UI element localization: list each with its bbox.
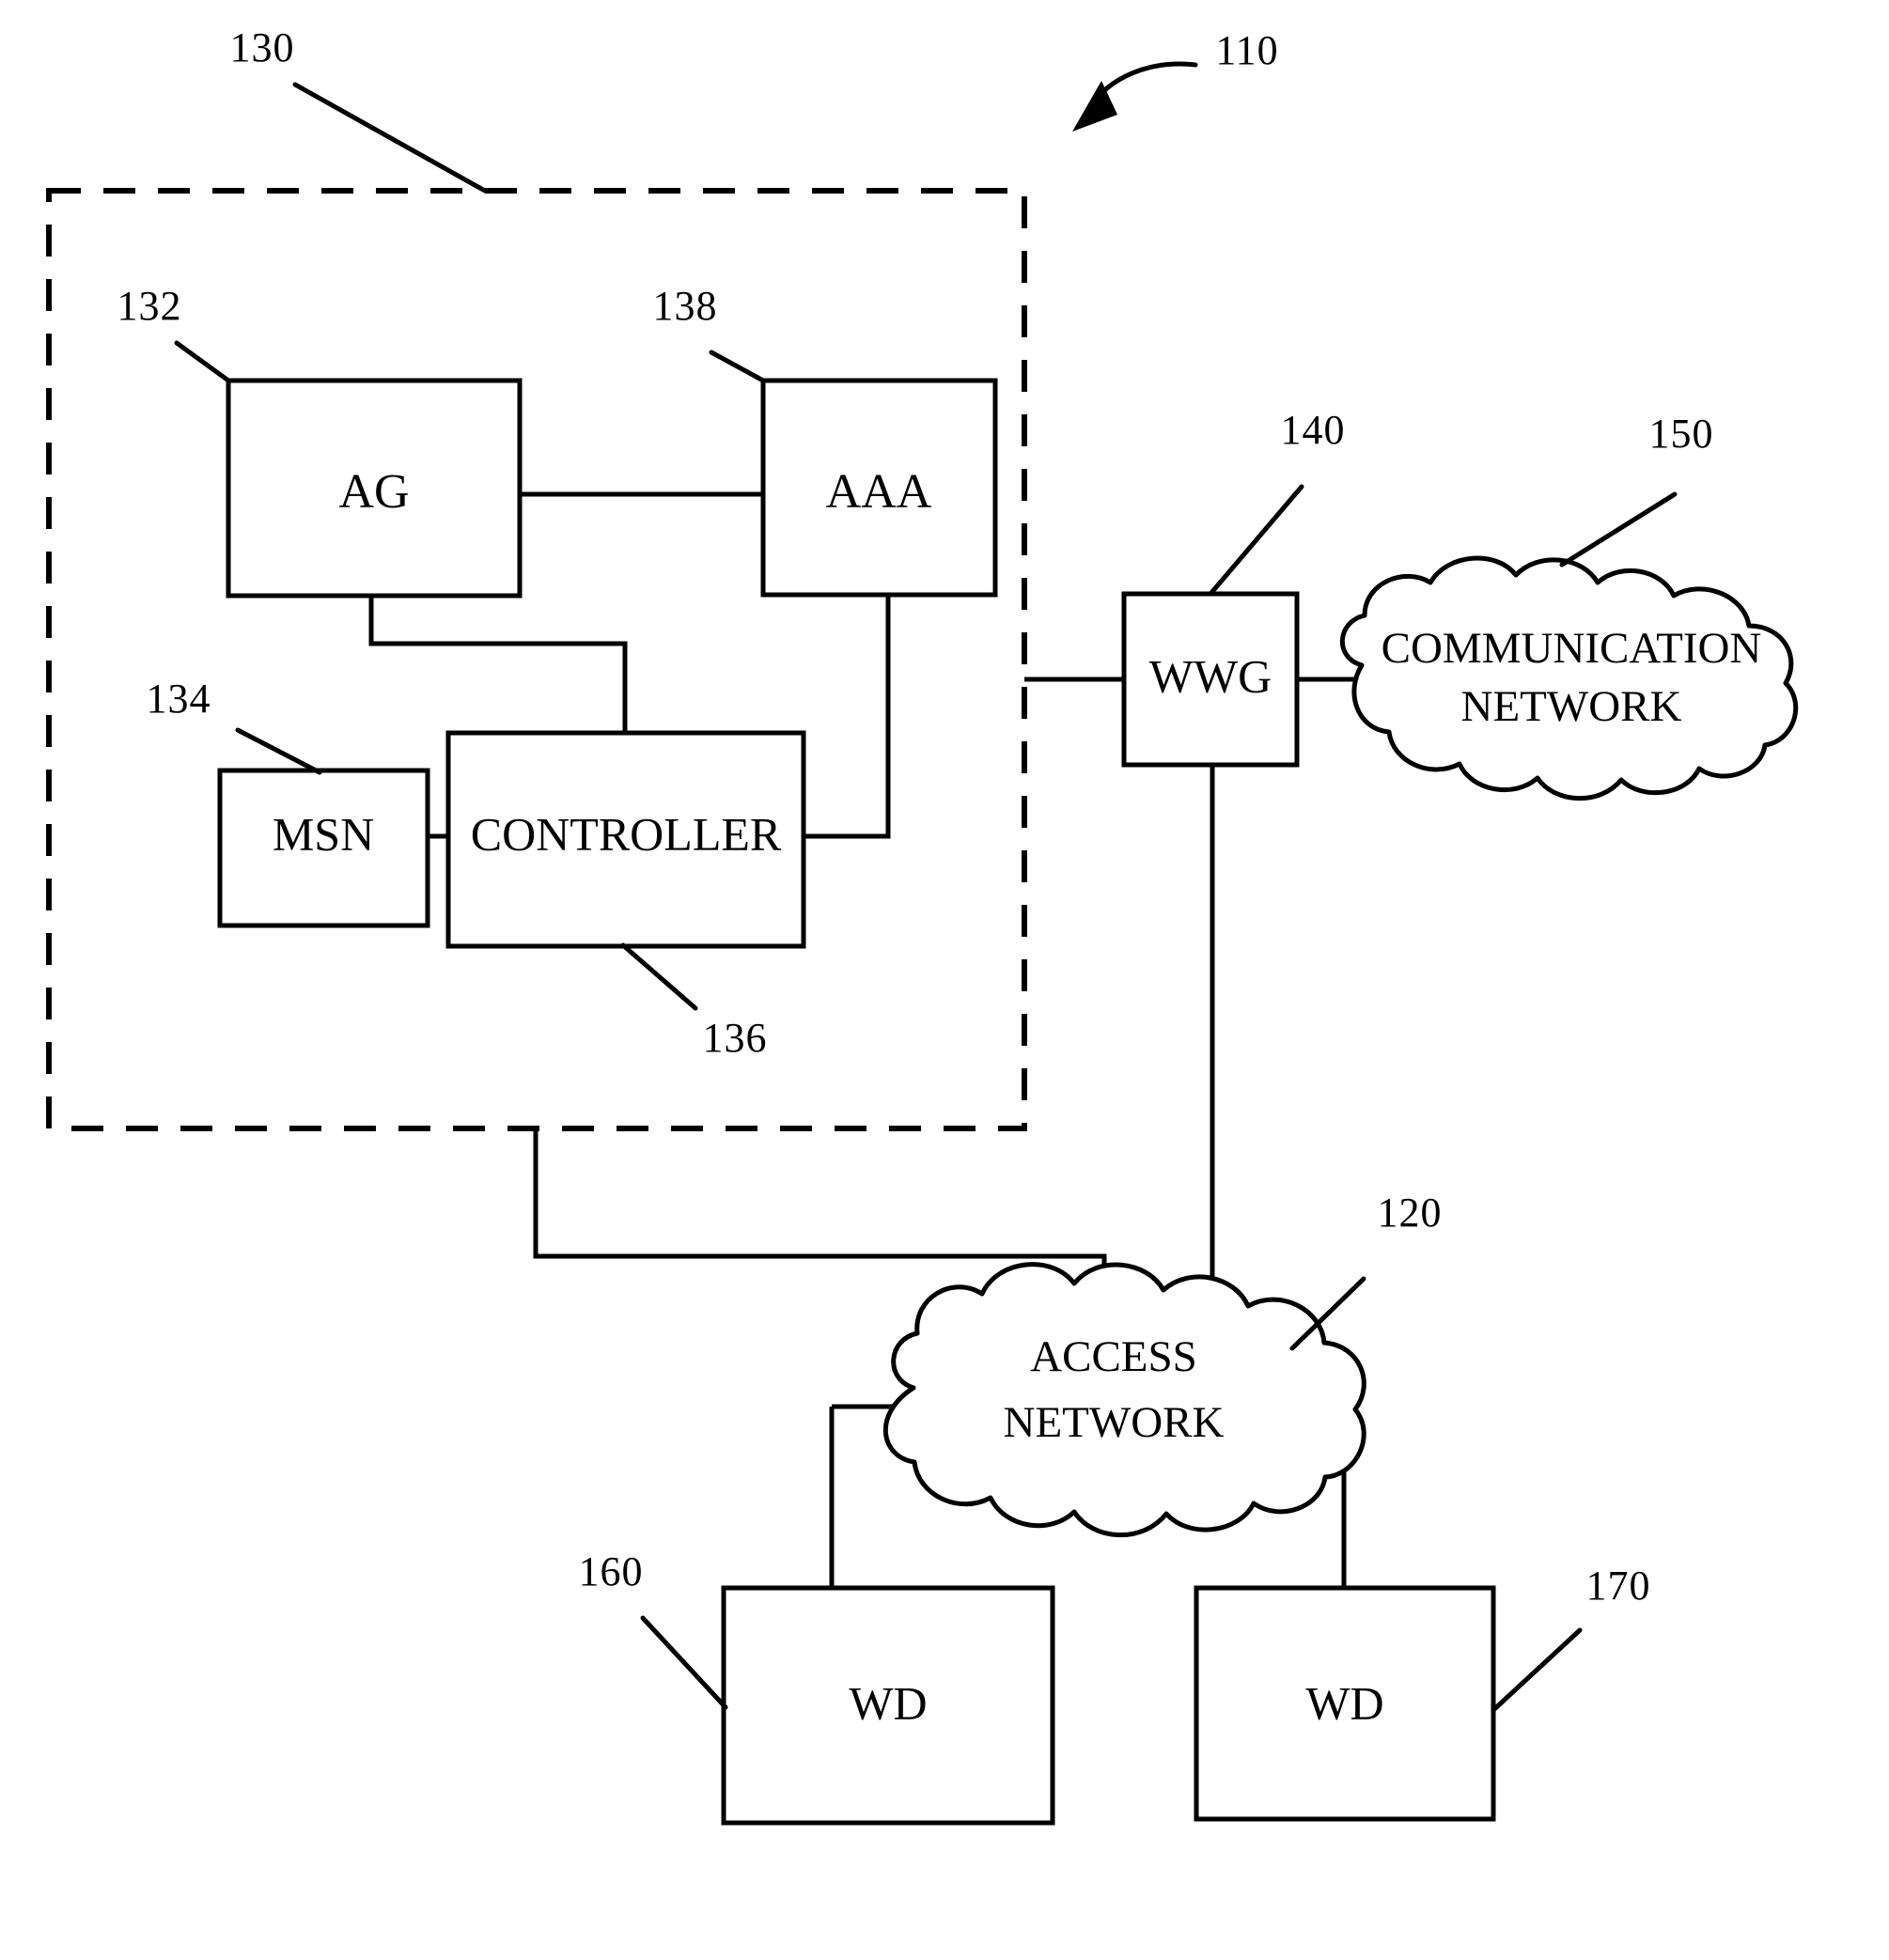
connector-aaa-to-controller	[804, 595, 891, 839]
leader-line-170	[1491, 1627, 1583, 1713]
ref-numeral-120: 120	[1378, 1190, 1443, 1236]
ref-numeral-140: 140	[1281, 407, 1346, 453]
leader-arrow-110	[1091, 61, 1198, 104]
node-label-wwg: WWG	[1149, 649, 1272, 702]
leader-line-160	[640, 1615, 728, 1710]
system-boundary-130	[46, 188, 1027, 1131]
leader-line-136	[620, 942, 698, 1011]
patent-figure: AG AAA MSN CONTROLLER WWG WD WD COMMUNIC…	[0, 0, 1889, 1960]
leader-line-130	[292, 82, 488, 194]
connector-ag-to-controller	[368, 596, 628, 733]
node-label-msn: MSN	[273, 807, 374, 860]
leader-line-150	[1559, 491, 1678, 568]
leader-line-134	[235, 727, 322, 775]
cloud-label-access-network-line2: NETWORK	[1004, 1398, 1225, 1447]
cloud-label-communication-network-line1: COMMUNICATION	[1382, 624, 1762, 673]
node-label-controller: CONTROLLER	[471, 807, 782, 860]
node-label-wd-right: WD	[1305, 1676, 1383, 1729]
arrowhead-110	[1072, 81, 1117, 132]
node-label-wd-left: WD	[849, 1676, 927, 1729]
ref-numeral-160: 160	[579, 1548, 644, 1594]
node-label-aaa: AAA	[826, 465, 932, 519]
diagram-canvas: AG AAA MSN CONTROLLER WWG WD WD COMMUNIC…	[46, 24, 1799, 1826]
ref-numeral-130: 130	[230, 24, 295, 70]
ref-numeral-136: 136	[703, 1015, 768, 1061]
node-label-ag: AG	[338, 465, 409, 519]
cloud-label-access-network-line1: ACCESS	[1030, 1332, 1197, 1381]
ref-numeral-138: 138	[653, 283, 718, 329]
ref-numeral-132: 132	[117, 283, 182, 329]
ref-numeral-134: 134	[147, 676, 211, 722]
leader-line-138	[709, 350, 766, 383]
cloud-communication-network[interactable]	[1339, 555, 1799, 801]
leader-line-140	[1208, 484, 1304, 597]
ref-numeral-150: 150	[1649, 411, 1714, 457]
leader-line-132	[174, 340, 231, 383]
ref-numeral-110: 110	[1215, 27, 1278, 73]
cloud-label-communication-network-line2: NETWORK	[1461, 682, 1682, 731]
ref-numeral-170: 170	[1586, 1563, 1651, 1609]
